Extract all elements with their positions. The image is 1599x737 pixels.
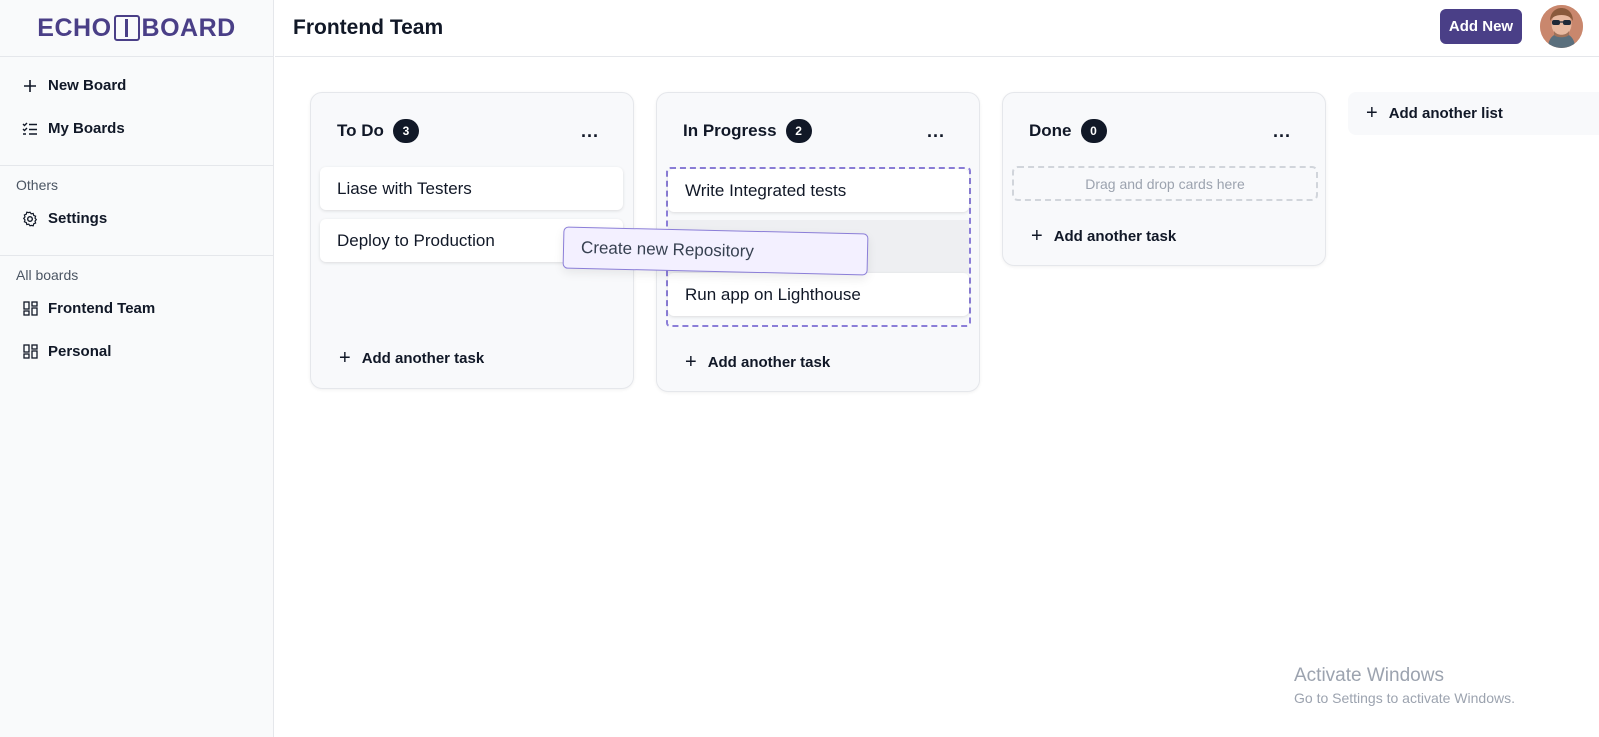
- sidebar-item-personal[interactable]: Personal: [0, 330, 273, 373]
- sidebar: ECHO BOARD New Board My Boards Others Se…: [0, 0, 274, 737]
- logo-mark-icon: [113, 15, 140, 41]
- sidebar-item-label: Settings: [48, 210, 108, 227]
- column-menu-button[interactable]: ...: [927, 121, 945, 142]
- add-task-label: Add another task: [1053, 227, 1177, 245]
- plus-icon: +: [1366, 102, 1378, 124]
- dragging-task-card[interactable]: Create new Repository: [562, 226, 869, 276]
- logo-text-left: ECHO: [37, 13, 112, 42]
- activation-watermark: Activate Windows Go to Settings to activ…: [1294, 665, 1515, 706]
- column-title: To Do: [337, 121, 384, 140]
- avatar[interactable]: [1540, 5, 1583, 48]
- column-title: Done: [1029, 121, 1072, 140]
- column-done: Done 0 ... Drag and drop cards here + Ad…: [1002, 92, 1326, 266]
- board-icon: [22, 301, 38, 317]
- add-task-button[interactable]: + Add another task: [339, 348, 484, 368]
- list-check-icon: [22, 121, 38, 137]
- app-logo[interactable]: ECHO BOARD: [0, 0, 273, 57]
- page-title: Frontend Team: [293, 16, 444, 39]
- watermark-subtitle: Go to Settings to activate Windows.: [1294, 690, 1515, 706]
- plus-icon: +: [1031, 225, 1043, 247]
- add-list-button[interactable]: + Add another list: [1348, 92, 1599, 135]
- column-count-badge: 2: [785, 119, 812, 143]
- column-count-badge: 0: [1080, 119, 1107, 143]
- sidebar-item-label: My Boards: [48, 120, 125, 137]
- gear-icon: [22, 210, 38, 227]
- logo-text-right: BOARD: [141, 13, 236, 42]
- plus-icon: +: [339, 347, 351, 369]
- sidebar-item-settings[interactable]: Settings: [0, 197, 273, 240]
- task-card[interactable]: Write Integrated tests: [668, 169, 969, 212]
- task-card[interactable]: Liase with Testers: [320, 167, 623, 210]
- sidebar-item-label: New Board: [48, 77, 127, 94]
- sidebar-item-label: Frontend Team: [48, 300, 156, 317]
- top-header: Frontend Team Add New: [275, 0, 1599, 57]
- add-list-label: Add another list: [1388, 105, 1503, 122]
- add-task-button[interactable]: + Add another task: [685, 352, 830, 372]
- all-boards-section-label: All boards: [16, 267, 79, 283]
- plus-icon: +: [685, 351, 697, 373]
- sidebar-item-my-boards[interactable]: My Boards: [0, 107, 273, 150]
- add-task-button[interactable]: + Add another task: [1031, 226, 1176, 246]
- task-card[interactable]: Run app on Lighthouse: [668, 273, 969, 316]
- sidebar-item-frontend-team[interactable]: Frontend Team: [0, 287, 273, 330]
- column-menu-button[interactable]: ...: [581, 121, 599, 142]
- add-new-button[interactable]: Add New: [1440, 9, 1522, 44]
- add-task-label: Add another task: [361, 349, 485, 367]
- board-icon: [22, 344, 38, 360]
- add-task-label: Add another task: [707, 353, 831, 371]
- column-title: In Progress: [683, 121, 777, 140]
- plus-icon: [22, 78, 38, 94]
- sidebar-item-label: Personal: [48, 343, 112, 360]
- others-section-label: Others: [16, 177, 59, 193]
- column-menu-button[interactable]: ...: [1273, 121, 1291, 142]
- watermark-title: Activate Windows: [1294, 665, 1444, 686]
- column-count-badge: 3: [392, 119, 419, 143]
- empty-drop-zone[interactable]: Drag and drop cards here: [1012, 166, 1318, 201]
- sidebar-item-new-board[interactable]: New Board: [0, 64, 273, 107]
